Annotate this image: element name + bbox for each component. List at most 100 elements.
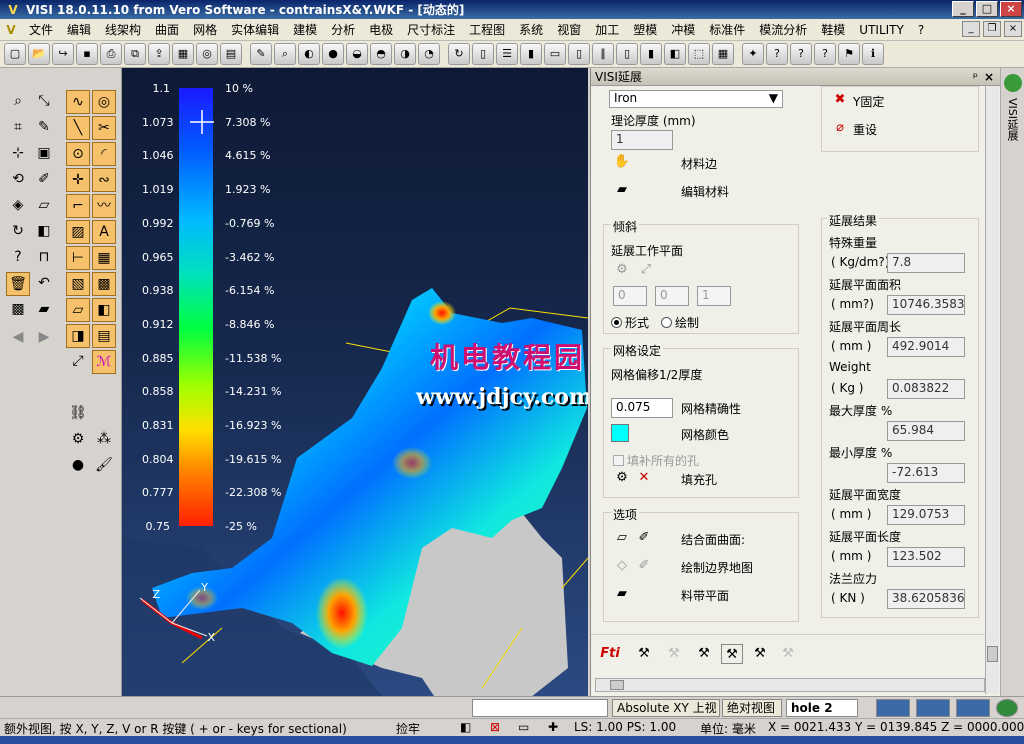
draw-radio[interactable]: 绘制 <box>661 314 699 331</box>
copy-icon[interactable]: ⧉ <box>124 43 146 65</box>
column-icon[interactable]: ▯ <box>616 43 638 65</box>
wire-cube-icon[interactable]: ⬚ <box>688 43 710 65</box>
boundary-icon[interactable]: ◇ <box>611 556 633 576</box>
vector-x-field[interactable]: 0 <box>613 286 647 306</box>
fill-hole-icon[interactable]: ⚙ <box>611 468 633 488</box>
menu-item-20[interactable]: ? <box>911 19 931 41</box>
y-fixed-label[interactable]: Y固定 <box>853 93 884 110</box>
result-value-field[interactable]: 65.984 <box>887 421 965 441</box>
folder-icon[interactable]: ▰ <box>32 298 56 322</box>
app-menu-icon[interactable]: V <box>0 23 22 37</box>
menu-item-9[interactable]: 尺寸标注 <box>400 19 462 41</box>
block-icon[interactable]: ▮ <box>640 43 662 65</box>
menu-item-13[interactable]: 加工 <box>588 19 626 41</box>
mesh-tool-icon[interactable]: ▩ <box>92 272 116 296</box>
edit-material-icon[interactable]: ▰ <box>611 180 633 200</box>
pipe-icon[interactable]: ∥ <box>592 43 614 65</box>
menu-item-8[interactable]: 电极 <box>362 19 400 41</box>
section-icon[interactable]: ◔ <box>418 43 440 65</box>
globe-icon[interactable] <box>996 699 1018 717</box>
point-tool-icon[interactable]: ✛ <box>66 168 90 192</box>
pin-icon[interactable]: ᵖ <box>973 68 978 86</box>
form-icon-5[interactable]: ⚒ <box>749 644 771 664</box>
snap-icon-3[interactable]: ▭ <box>518 720 529 734</box>
form-icon-6[interactable]: ⚒ <box>777 644 799 664</box>
print-icon[interactable]: ⎙ <box>100 43 122 65</box>
zoom-icon[interactable]: ◎ <box>196 43 218 65</box>
line-tool-icon[interactable]: ╲ <box>66 116 90 140</box>
command-input[interactable] <box>472 699 608 717</box>
box3d-icon[interactable]: ◧ <box>32 220 56 244</box>
menu-item-2[interactable]: 线架构 <box>98 19 148 41</box>
result-value-field[interactable]: 0.083822 <box>887 379 965 399</box>
snap-icon-4[interactable]: ✚ <box>548 720 558 734</box>
result-value-field[interactable]: 123.502 <box>887 547 965 567</box>
frame-icon[interactable]: ⊓ <box>32 246 56 270</box>
open-file-icon[interactable]: 📂 <box>28 43 50 65</box>
menu-item-14[interactable]: 塑模 <box>626 19 664 41</box>
grid-icon[interactable]: ▩ <box>6 298 30 322</box>
palette-icon[interactable]: ◈ <box>6 194 30 218</box>
material-select[interactable]: Iron ▼ <box>609 90 783 108</box>
circle-tool-icon[interactable]: ⊙ <box>66 142 90 166</box>
regen-icon[interactable]: ↻ <box>448 43 470 65</box>
menu-item-17[interactable]: 模流分析 <box>752 19 814 41</box>
minimize-button[interactable]: _ <box>952 1 974 17</box>
plane-pick-icon[interactable]: ⚙ <box>611 260 633 280</box>
vector-y-field[interactable]: 0 <box>655 286 689 306</box>
gallery-icon[interactable]: ▦ <box>172 43 194 65</box>
form-icon-3[interactable]: ⚒ <box>693 644 715 664</box>
view-btn-2[interactable] <box>916 699 950 717</box>
back-arrow-icon[interactable]: ◀ <box>6 326 30 350</box>
curve-tool-icon[interactable]: ∿ <box>66 90 90 114</box>
scatter-icon[interactable]: ⁂ <box>92 428 116 452</box>
combine-surface-icon[interactable]: ▱ <box>611 528 633 548</box>
menu-item-1[interactable]: 编辑 <box>60 19 98 41</box>
coil-tool-icon[interactable]: ℳ <box>92 350 116 374</box>
cube-icon[interactable]: ◧ <box>664 43 686 65</box>
dimension-tool-icon[interactable]: ⊢ <box>66 246 90 270</box>
solid-tool-icon[interactable]: ◧ <box>92 298 116 322</box>
help-icon[interactable]: ? <box>766 43 788 65</box>
material-edge-icon[interactable]: ✋ <box>611 152 633 172</box>
mesh-color-swatch[interactable] <box>611 424 629 442</box>
surface-edit-icon[interactable]: ▱ <box>32 194 56 218</box>
panel-close-icon[interactable]: × <box>984 68 994 86</box>
edit-icon[interactable]: ✎ <box>32 116 56 140</box>
info-icon[interactable]: ℹ <box>862 43 884 65</box>
export-icon[interactable]: ⇪ <box>148 43 170 65</box>
graphics-viewport[interactable]: 1.1 10 % 1.073 7.308 % 1.046 4.615 % 1.019 1.92… <box>122 68 588 696</box>
menu-item-16[interactable]: 标准件 <box>702 19 752 41</box>
query-icon[interactable]: ? <box>790 43 812 65</box>
view-btn-1[interactable] <box>876 699 910 717</box>
link-icon[interactable]: ⛓ <box>66 402 90 426</box>
fill-holes-label[interactable]: 填充孔 <box>681 471 717 488</box>
boundary-pick-icon[interactable]: ✐ <box>633 556 655 576</box>
multi-tool-icon[interactable]: ▤ <box>92 324 116 348</box>
group-icon[interactable]: ⚙ <box>66 428 90 452</box>
menu-item-6[interactable]: 建模 <box>286 19 324 41</box>
offset-tool-icon[interactable]: ◎ <box>92 90 116 114</box>
side-tab-icon[interactable] <box>1004 74 1022 92</box>
vertical-scrollbar[interactable] <box>985 86 999 694</box>
menu-item-5[interactable]: 实体编辑 <box>224 19 286 41</box>
menu-item-15[interactable]: 冲模 <box>664 19 702 41</box>
cyl-blue-icon[interactable]: ▯ <box>568 43 590 65</box>
box-select-icon[interactable]: ⌗ <box>6 116 30 140</box>
menu-item-11[interactable]: 系统 <box>512 19 550 41</box>
spline-tool-icon[interactable]: ∾ <box>92 168 116 192</box>
sparkle-icon[interactable]: ✦ <box>742 43 764 65</box>
mdi-minimize-button[interactable]: _ <box>962 21 980 37</box>
fill-hole-x-icon[interactable]: ✕ <box>633 468 655 488</box>
new-file-icon[interactable]: ▢ <box>4 43 26 65</box>
hatch-tool-icon[interactable]: ▨ <box>66 220 90 244</box>
surface-icon[interactable]: ◒ <box>346 43 368 65</box>
fill-tool-icon[interactable]: ▧ <box>66 272 90 296</box>
cylinder-icon[interactable]: ▯ <box>472 43 494 65</box>
menu-item-3[interactable]: 曲面 <box>148 19 186 41</box>
menu-item-12[interactable]: 视窗 <box>550 19 588 41</box>
plane-axis-icon[interactable]: ⤢ <box>635 260 657 280</box>
forward-arrow-icon[interactable]: ▶ <box>32 326 56 350</box>
mesh-precision-field[interactable]: 0.075 <box>611 398 673 418</box>
arc-tool-icon[interactable]: ◜ <box>92 142 116 166</box>
